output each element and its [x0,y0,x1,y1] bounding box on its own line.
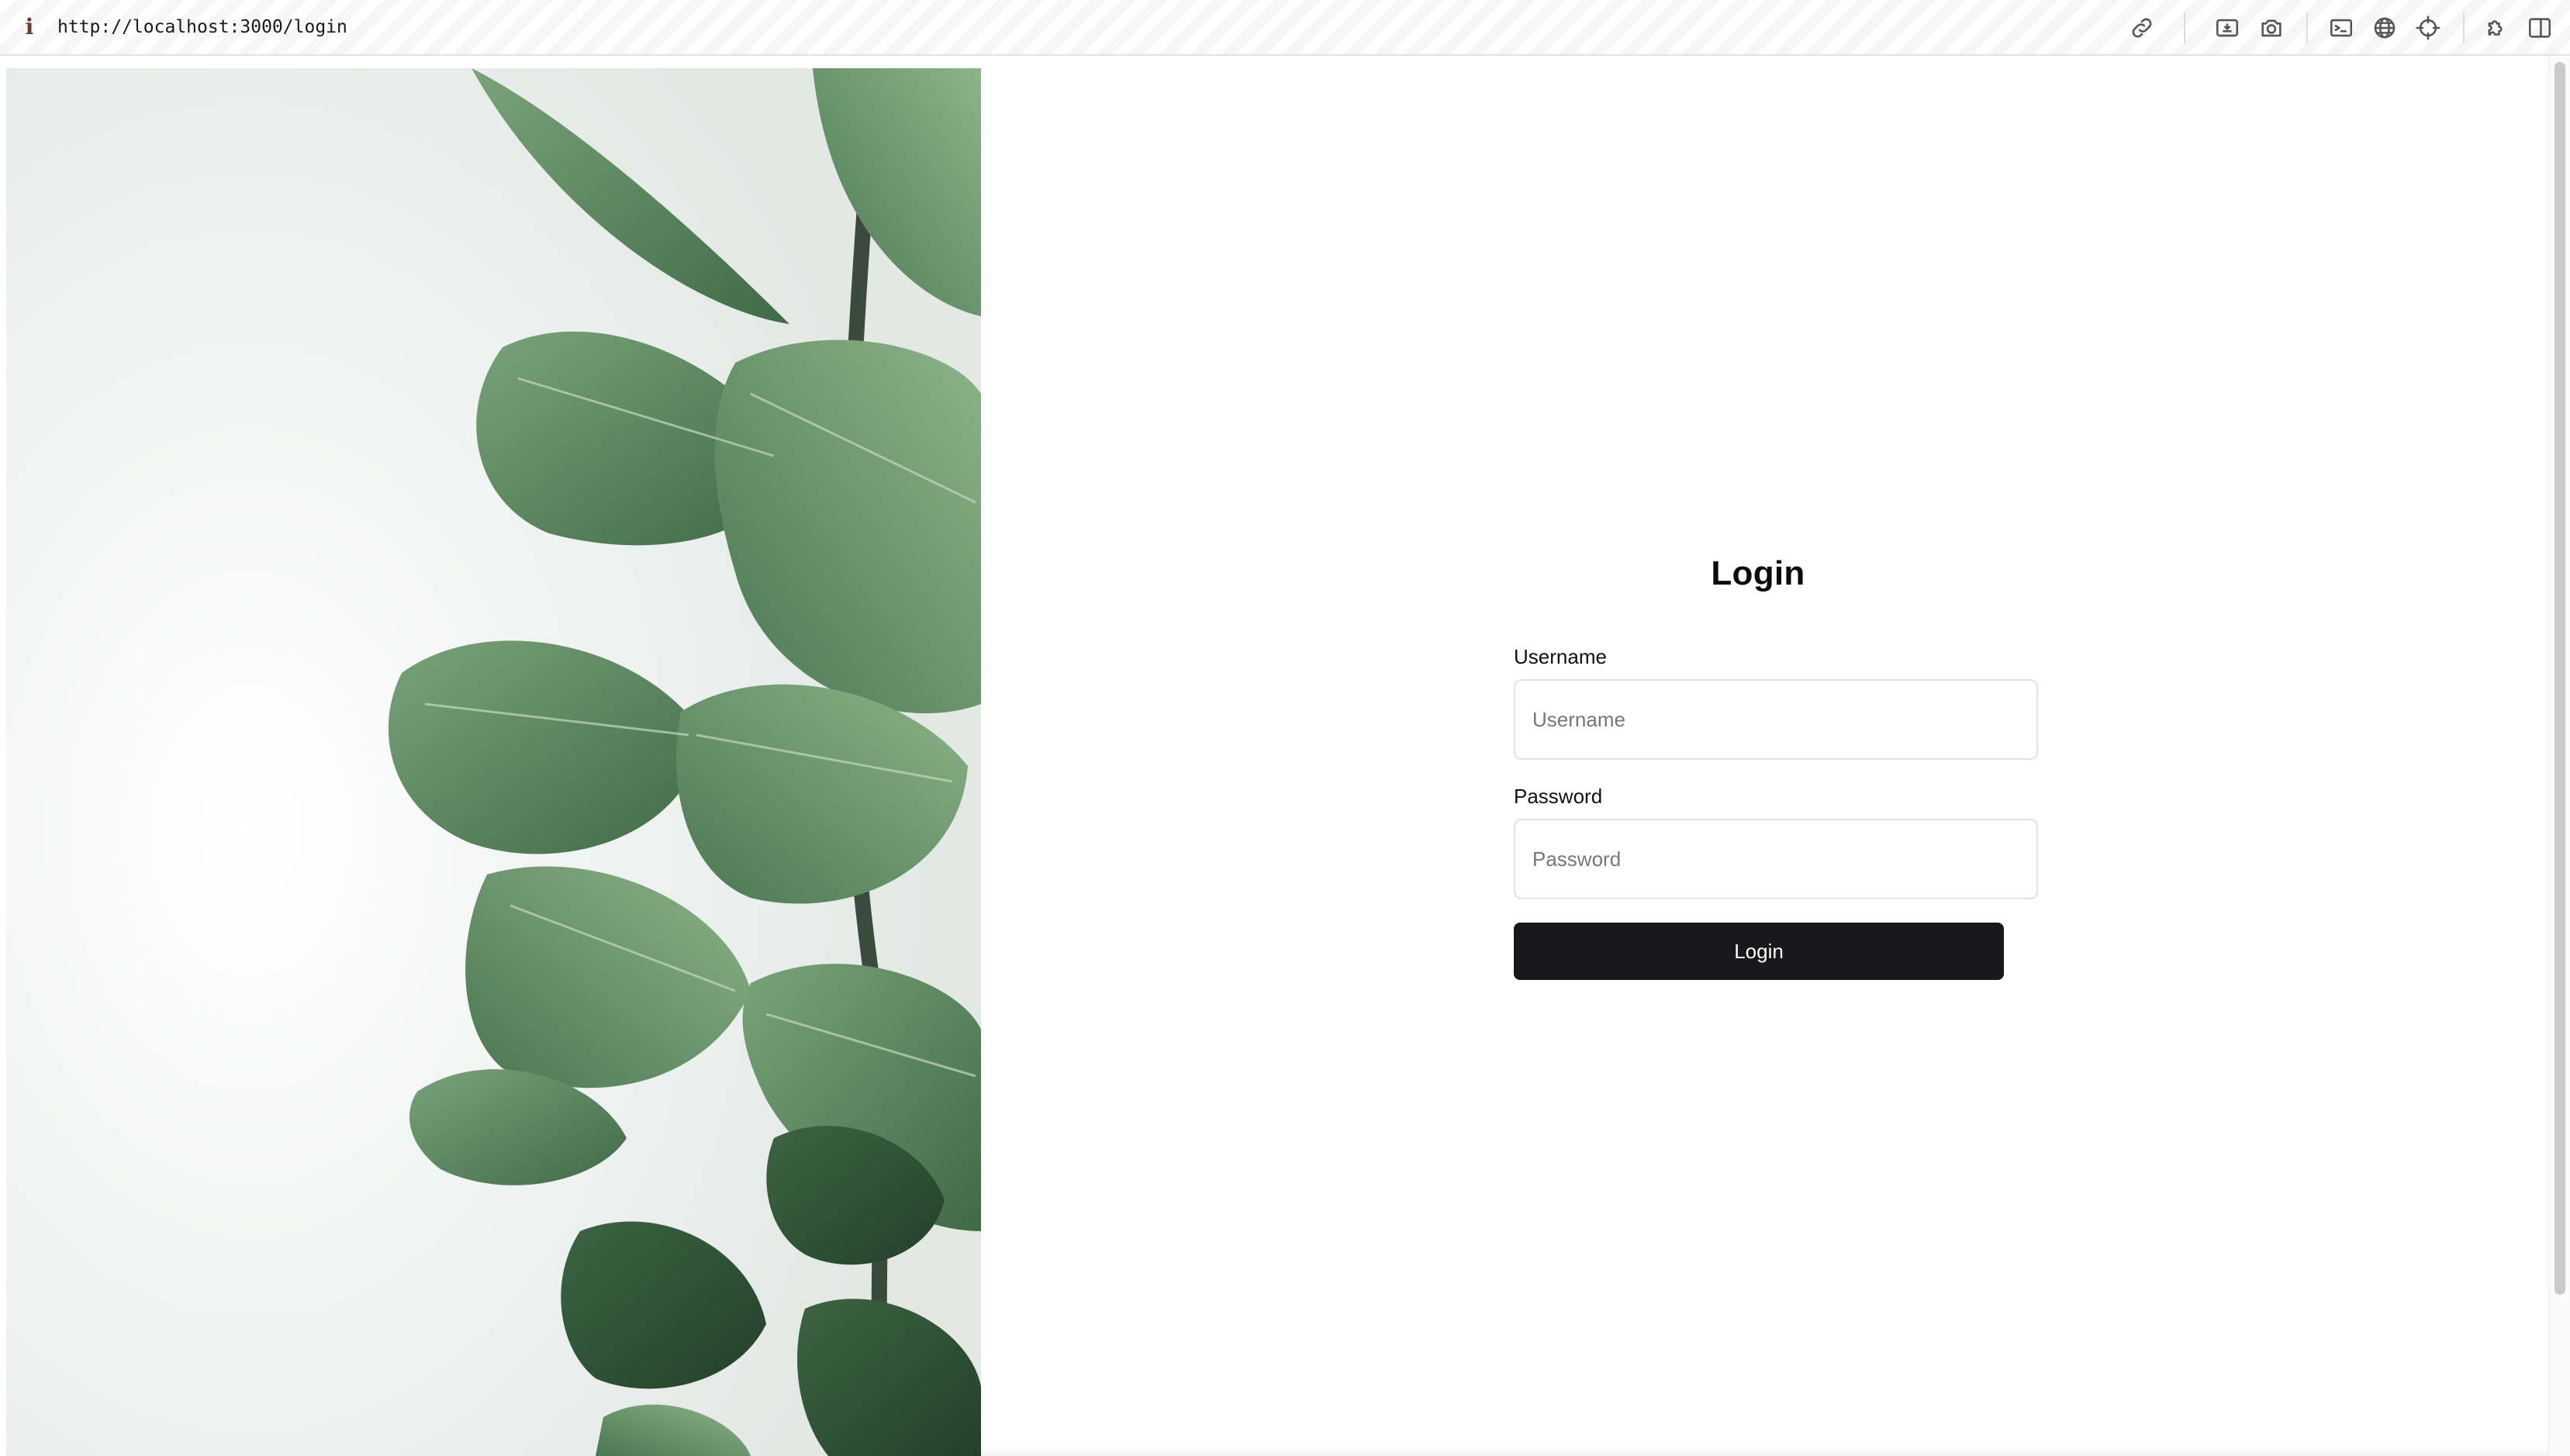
browser-toolbar: i http://localhost:3000/login [0,0,2570,56]
crosshair-icon[interactable] [2413,13,2443,43]
password-input[interactable] [1514,819,2038,899]
page-scrollbar[interactable] [2548,57,2570,1456]
page-bottom-shade [981,1447,2548,1456]
scrollbar-thumb[interactable] [2554,62,2565,1295]
login-button[interactable]: Login [1514,923,2004,980]
login-title: Login [1711,554,1805,592]
toolbar-separator [2463,12,2465,43]
hero-plant-image [6,68,981,1456]
globe-icon[interactable] [2370,13,2399,43]
login-form: Login Username Password Login [1514,554,2038,980]
terminal-icon[interactable] [2326,13,2356,43]
camera-icon[interactable] [2257,13,2286,43]
address-bar-url[interactable]: http://localhost:3000/login [57,14,347,40]
toolbar-separator [2184,12,2185,43]
toolbar-separator [2306,12,2308,43]
split-view-icon[interactable] [2525,13,2554,43]
page-content: Login Username Password Login [0,57,2548,1456]
password-label: Password [1514,785,1603,808]
site-info-icon[interactable]: i [20,14,39,40]
link-icon[interactable] [2127,13,2157,43]
username-input[interactable] [1514,679,2038,760]
username-label: Username [1514,645,1607,668]
extension-icon[interactable] [2482,13,2511,43]
screenshot-region-icon[interactable] [2212,13,2242,43]
